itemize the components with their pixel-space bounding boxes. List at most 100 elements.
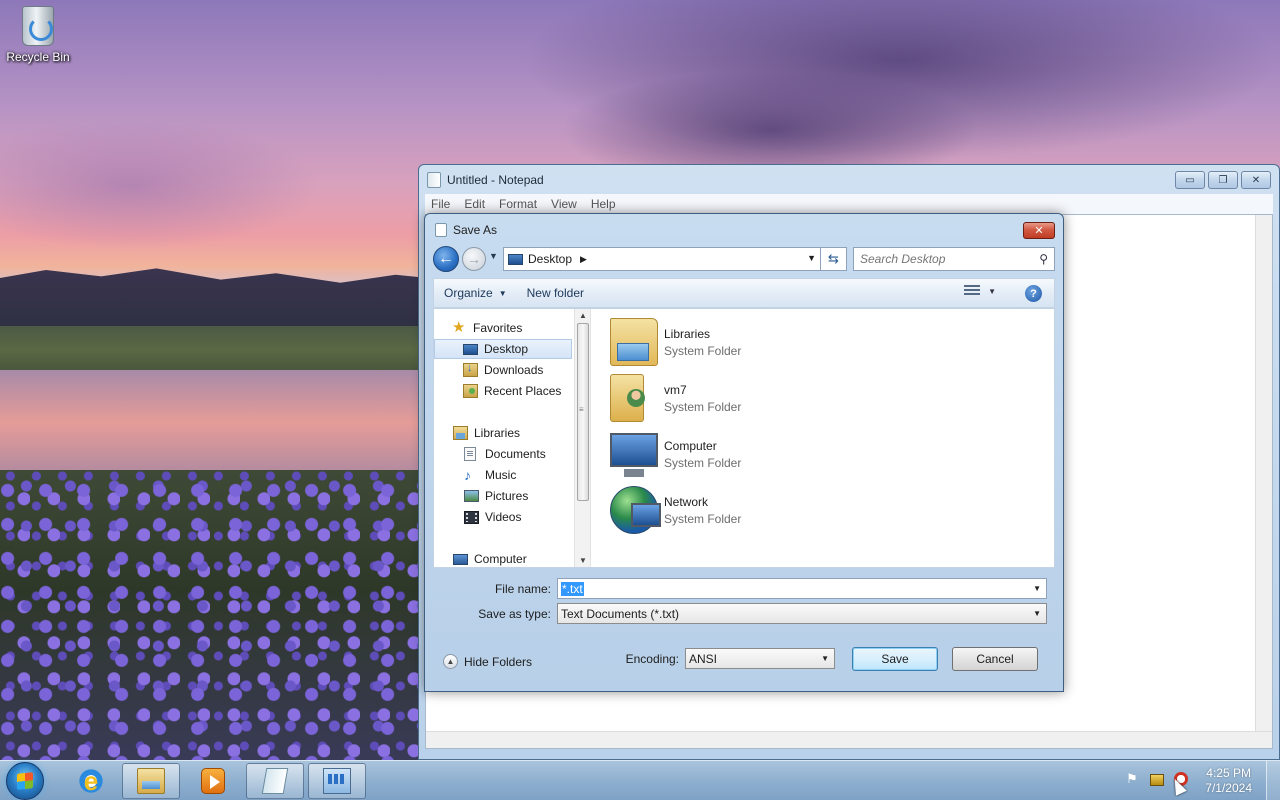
scroll-down-icon[interactable]: ▼ [579,556,587,565]
nav-item-music[interactable]: ♪ Music [434,465,572,485]
horizontal-scrollbar[interactable] [426,731,1272,748]
nav-item-computer[interactable]: Computer [434,549,572,569]
chevron-down-icon[interactable]: ▼ [807,253,816,263]
hide-folders-button[interactable]: ▲ Hide Folders [443,654,532,669]
control-panel-icon [323,768,351,794]
search-icon[interactable]: ⚲ [1039,252,1048,266]
save-button[interactable]: Save [852,647,938,671]
recent-locations-dropdown[interactable]: ▼ [489,251,498,261]
nav-item-label: Desktop [484,342,529,356]
taskbar: e ⚑ 4:25 PM 7/1/2024 [0,760,1280,800]
item-type: System Folder [664,455,742,470]
chevron-down-icon[interactable]: ▼ [1033,584,1041,593]
nav-item-favorites[interactable]: ★ Favorites [434,318,572,338]
nav-item-label: Libraries [474,426,521,440]
action-center-flag-icon[interactable]: ⚑ [1124,771,1140,787]
taskbar-windows-explorer[interactable] [122,763,180,799]
pictures-icon [464,490,479,502]
recent-places-icon [463,384,478,398]
navigation-pane-scrollbar[interactable]: ▲ ≡ ▼ [574,309,591,567]
nav-item-pictures[interactable]: Pictures [434,486,572,506]
file-name-combobox[interactable]: *.txt ▼ [557,578,1047,599]
taskbar-notepad[interactable] [246,763,304,799]
address-crumb[interactable]: Desktop [528,252,572,266]
notepad-titlebar[interactable]: Untitled - Notepad [419,165,1279,195]
list-item-vm7[interactable]: vm7 System Folder [610,373,870,423]
file-list: Libraries System Folder vm7 System Folde… [592,309,1054,567]
refresh-button[interactable]: ⇆ [821,247,847,271]
grip-icon: ≡ [579,405,584,414]
close-button[interactable]: ✕ [1241,171,1271,189]
list-item-network[interactable]: Network System Folder [610,485,870,535]
menu-format[interactable]: Format [499,197,537,211]
taskbar-control-panel[interactable] [308,763,366,799]
save-as-type-value: Text Documents (*.txt) [561,606,680,621]
libraries-folder-icon [610,318,658,366]
chevron-down-icon[interactable]: ▼ [1033,609,1041,618]
computer-icon [610,433,658,477]
minimize-button[interactable]: ▭ [1175,171,1205,189]
chevron-down-icon[interactable]: ▼ [821,654,829,663]
organize-button[interactable]: Organize ▼ [434,286,517,300]
menu-view[interactable]: View [551,197,577,211]
desktop-icon [508,253,523,265]
nav-item-downloads[interactable]: Downloads [434,360,572,380]
maximize-button[interactable]: ❐ [1208,171,1238,189]
vertical-scrollbar[interactable] [1255,215,1272,731]
crumb-arrow-icon[interactable]: ▶ [580,254,587,265]
taskbar-internet-explorer[interactable]: e [62,763,120,799]
address-bar[interactable]: Desktop ▶ ▼ [503,247,821,271]
nav-item-videos[interactable]: Videos [434,507,572,527]
show-desktop-button[interactable] [1266,761,1280,800]
nav-item-label: Videos [485,510,522,524]
notepad-title: Untitled - Notepad [447,173,544,187]
item-name: Network [664,494,709,509]
dialog-titlebar[interactable]: Save As [435,223,497,237]
menu-file[interactable]: File [431,197,450,211]
scroll-up-icon[interactable]: ▲ [579,311,587,320]
item-type: System Folder [664,399,742,414]
organize-label: Organize [444,286,493,300]
file-name-row: File name: *.txt ▼ [437,578,1047,599]
folder-icon [137,768,165,794]
desktop-icon-recycle-bin[interactable]: Recycle Bin [4,6,72,64]
search-box[interactable]: ⚲ [853,247,1055,271]
media-player-icon [201,768,225,794]
change-view-button[interactable]: ▼ [964,285,996,297]
dialog-close-button[interactable]: ✕ [1023,222,1055,239]
system-clock[interactable]: 4:25 PM 7/1/2024 [1205,766,1252,796]
encoding-select[interactable]: ANSI ▼ [685,648,835,669]
network-icon [610,486,661,534]
user-folder-icon [610,374,645,422]
menu-help[interactable]: Help [591,197,616,211]
encoding-label: Encoding: [625,651,679,666]
recycle-bin-icon [22,6,54,46]
chevron-down-icon: ▼ [988,286,996,296]
help-button[interactable]: ? [1025,285,1042,302]
search-input[interactable] [860,252,1030,266]
taskbar-media-player[interactable] [184,763,242,799]
nav-item-libraries[interactable]: Libraries [434,423,572,443]
list-item-computer[interactable]: Computer System Folder [610,429,870,479]
cancel-button[interactable]: Cancel [952,647,1038,671]
menu-edit[interactable]: Edit [464,197,485,211]
file-name-input[interactable]: *.txt [561,581,584,596]
nav-item-documents[interactable]: Documents [434,444,572,464]
forward-button[interactable]: → [462,247,486,271]
start-button[interactable] [6,762,44,800]
network-status-icon[interactable] [1150,774,1164,786]
notepad-icon [261,768,289,794]
item-name: Libraries [664,326,711,341]
command-toolbar: Organize ▼ New folder ▼ ? [433,278,1055,308]
nav-item-desktop[interactable]: Desktop [434,339,572,359]
hide-folders-label: Hide Folders [464,654,533,669]
back-button[interactable]: ← [433,246,459,272]
details-view-icon [964,285,981,297]
nav-item-recent-places[interactable]: Recent Places [434,381,572,401]
item-type: System Folder [664,511,742,526]
refresh-icon: ⇆ [828,251,839,266]
save-as-type-select[interactable]: Text Documents (*.txt) ▼ [557,603,1047,624]
list-item-libraries[interactable]: Libraries System Folder [610,317,870,367]
downloads-icon [463,362,478,377]
new-folder-button[interactable]: New folder [517,286,594,300]
